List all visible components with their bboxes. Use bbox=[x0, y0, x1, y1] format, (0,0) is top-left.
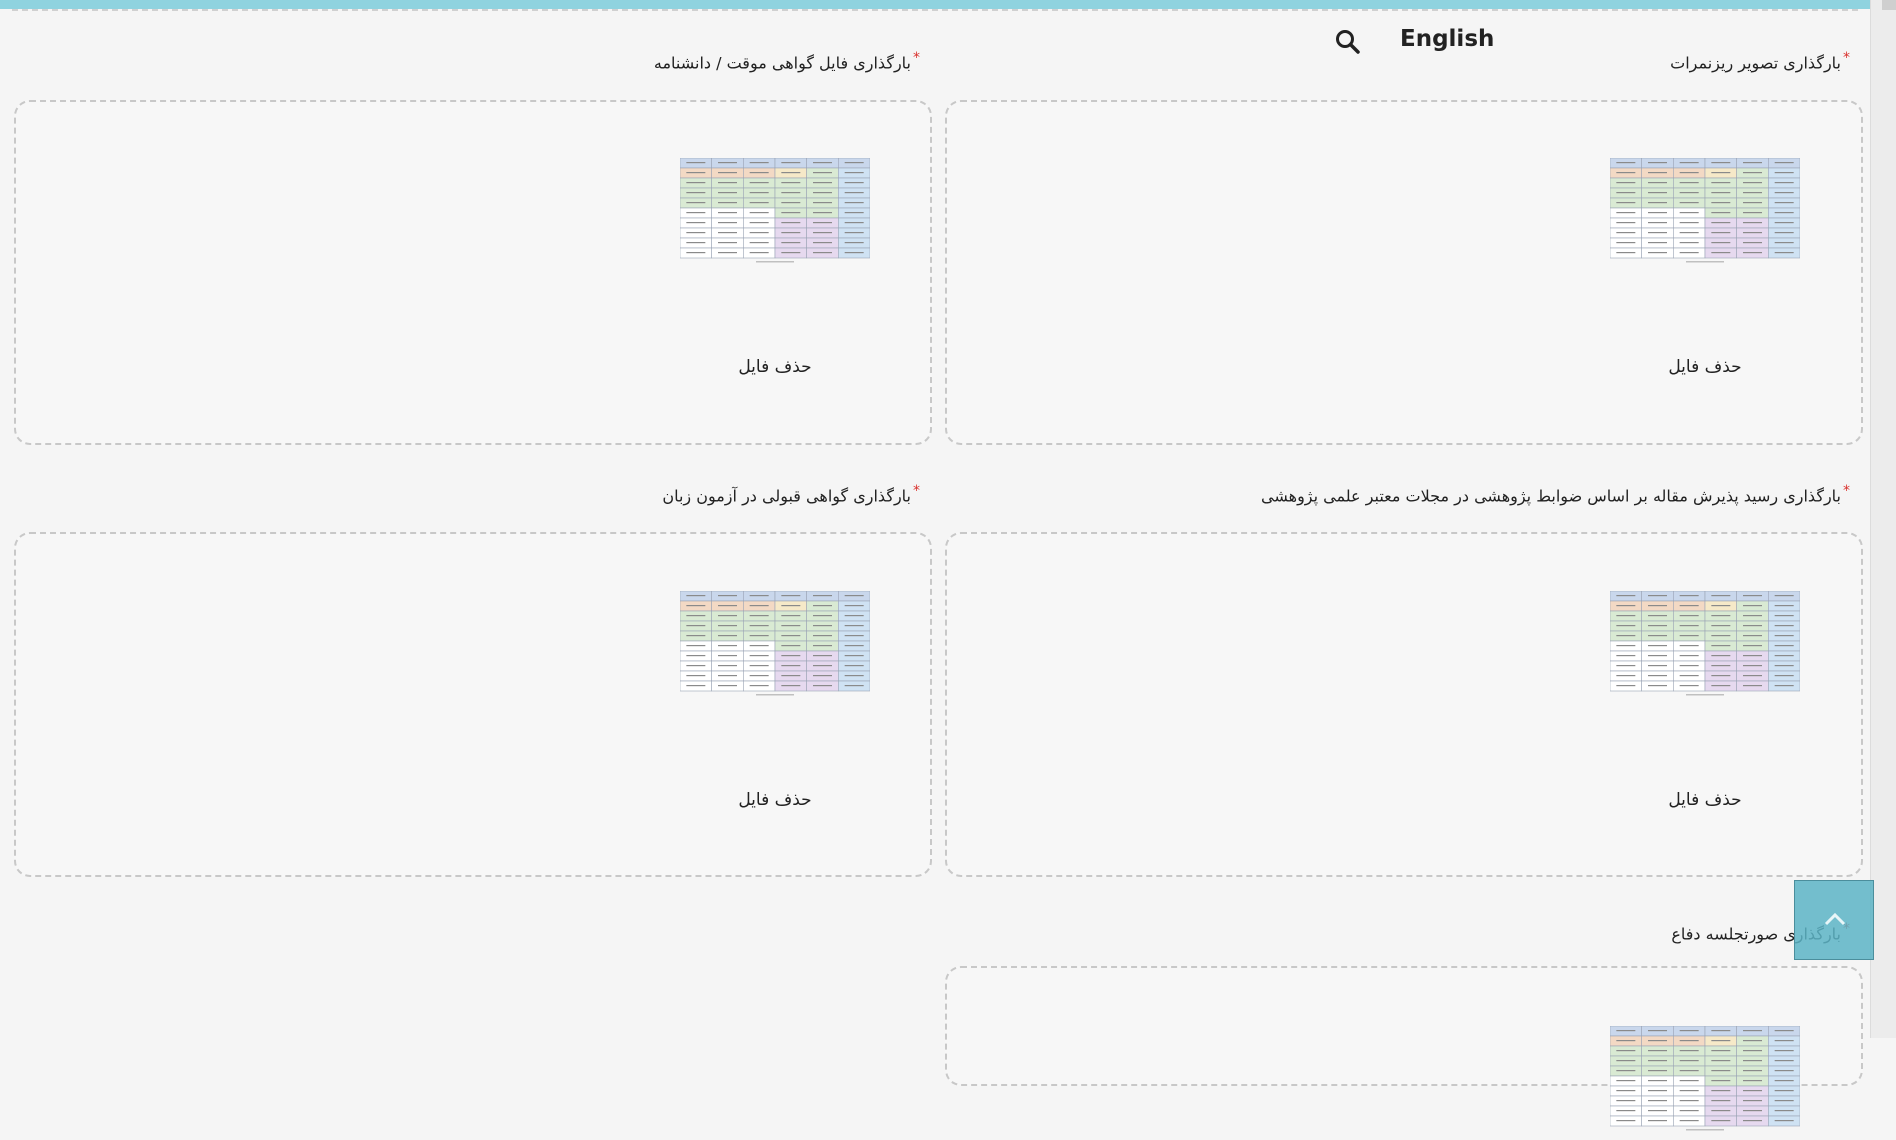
file-preview-thumbnail bbox=[1609, 157, 1801, 268]
upload-dropzone-certificate[interactable] bbox=[14, 100, 932, 445]
upload-label-text: بارگذاری رسید پذیرش مقاله بر اساس ضوابط … bbox=[1261, 486, 1841, 506]
preview-image bbox=[679, 157, 871, 263]
delete-file-button[interactable]: حذف فایل bbox=[675, 357, 875, 377]
top-strip bbox=[0, 0, 1870, 9]
upload-label-language-exam: *بارگذاری گواهی قبولی در آزمون زبان bbox=[662, 483, 920, 505]
back-to-top-button[interactable] bbox=[1794, 880, 1874, 960]
required-star: * bbox=[913, 483, 920, 499]
upload-dropzone-article-acceptance[interactable] bbox=[945, 532, 1863, 877]
preview-image bbox=[1609, 157, 1801, 263]
upload-label-text: بارگذاری تصویر ریزنمرات bbox=[1670, 53, 1841, 73]
file-preview-thumbnail bbox=[679, 590, 871, 701]
upload-label-text: بارگذاری گواهی قبولی در آزمون زبان bbox=[662, 486, 911, 506]
language-switch-link[interactable]: English bbox=[1400, 26, 1494, 52]
preview-image bbox=[1609, 1025, 1801, 1131]
file-preview-thumbnail bbox=[1609, 1025, 1801, 1136]
preview-image bbox=[679, 590, 871, 696]
file-preview-thumbnail bbox=[1609, 590, 1801, 701]
chevron-up-icon bbox=[1824, 912, 1846, 926]
required-star: * bbox=[1843, 483, 1850, 499]
upload-dropzone-transcript[interactable] bbox=[945, 100, 1863, 445]
previous-section-border bbox=[12, 9, 1858, 17]
scrollbar-thumb[interactable] bbox=[1882, 0, 1896, 10]
file-preview-thumbnail bbox=[679, 157, 871, 268]
upload-label-certificate: *بارگذاری فایل گواهی موقت / دانشنامه bbox=[654, 50, 920, 72]
search-button[interactable] bbox=[1334, 28, 1362, 56]
upload-dropzone-language-exam[interactable] bbox=[14, 532, 932, 877]
preview-image bbox=[1609, 590, 1801, 696]
required-star: * bbox=[1843, 50, 1850, 66]
upload-label-article-acceptance: *بارگذاری رسید پذیرش مقاله بر اساس ضوابط… bbox=[1261, 483, 1850, 505]
upload-label-text: بارگذاری فایل گواهی موقت / دانشنامه bbox=[653, 53, 911, 73]
required-star: * bbox=[913, 50, 920, 66]
search-icon bbox=[1336, 30, 1360, 54]
delete-file-button[interactable]: حذف فایل bbox=[1605, 790, 1805, 810]
upload-label-transcript: *بارگذاری تصویر ریزنمرات bbox=[1670, 50, 1850, 72]
delete-file-button[interactable]: حذف فایل bbox=[675, 790, 875, 810]
delete-file-button[interactable]: حذف فایل bbox=[1605, 357, 1805, 377]
